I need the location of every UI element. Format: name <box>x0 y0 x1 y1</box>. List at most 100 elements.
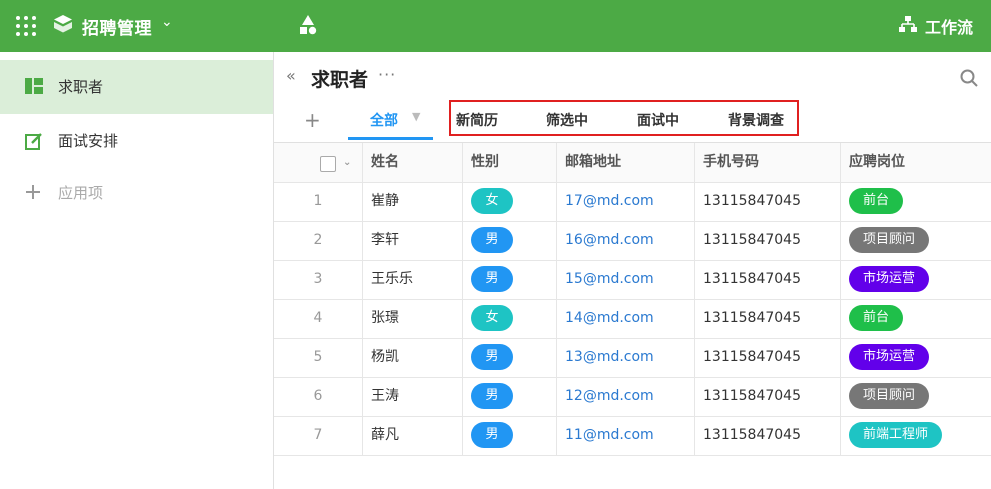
position-cell[interactable]: 项目顾问 <box>841 377 991 416</box>
position-cell[interactable]: 前台 <box>841 299 991 338</box>
email-link[interactable]: 14@md.com <box>557 299 695 338</box>
position-tag: 前端工程师 <box>849 422 943 448</box>
gender-cell[interactable]: 男 <box>463 416 557 455</box>
chevron-down-icon[interactable]: ⌄ <box>343 143 351 182</box>
row-number: 2 <box>274 221 363 260</box>
gender-tag: 男 <box>471 227 513 253</box>
table-row[interactable]: 6 王涛男 12@md.com 13115847045 项目顾问 <box>274 377 991 417</box>
gender-tag: 男 <box>471 383 513 409</box>
row-number: 4 <box>274 299 363 338</box>
email-link[interactable]: 11@md.com <box>557 416 695 455</box>
edit-note-icon <box>25 132 43 154</box>
shapes-icon[interactable] <box>298 14 318 40</box>
gender-cell[interactable]: 男 <box>463 260 557 299</box>
app-title[interactable]: 招聘管理 <box>82 14 152 39</box>
row-number: 7 <box>274 416 363 455</box>
name-cell[interactable]: 张璟 <box>363 299 463 338</box>
gender-tag: 男 <box>471 344 513 370</box>
phone-cell[interactable]: 13115847045 <box>695 221 841 260</box>
name-cell[interactable]: 李轩 <box>363 221 463 260</box>
name-cell[interactable]: 薛凡 <box>363 416 463 455</box>
phone-cell[interactable]: 13115847045 <box>695 260 841 299</box>
applicant-table: ⌄ 姓名 性别 邮箱地址 手机号码 应聘岗位 1 崔静女 17@md.com 1311… <box>274 142 991 456</box>
phone-cell[interactable]: 13115847045 <box>695 338 841 377</box>
position-cell[interactable]: 前端工程师 <box>841 416 991 455</box>
tab-new-resume[interactable]: 新简历 <box>456 110 498 130</box>
sidebar-item-label: 应用项 <box>58 184 104 202</box>
gender-tag: 女 <box>471 188 513 214</box>
gender-cell[interactable]: 男 <box>463 377 557 416</box>
row-number: 6 <box>274 377 363 416</box>
page-title: 求职者 <box>311 69 369 91</box>
table-row[interactable]: 5 杨凯男 13@md.com 13115847045 市场运营 <box>274 338 991 378</box>
column-header-phone[interactable]: 手机号码 <box>695 143 841 182</box>
name-cell[interactable]: 崔静 <box>363 182 463 221</box>
table-row[interactable]: 1 崔静女 17@md.com 13115847045 前台 <box>274 182 991 222</box>
email-link[interactable]: 13@md.com <box>557 338 695 377</box>
table-row[interactable]: 3 王乐乐男 15@md.com 13115847045 市场运营 <box>274 260 991 300</box>
column-header-email[interactable]: 邮箱地址 <box>557 143 695 182</box>
main-panel: « 求职者 ··· + 全部 ▼ 新简历 筛选中 面试中 背景调查 ⌄ 姓名 性… <box>274 52 991 489</box>
email-link[interactable]: 12@md.com <box>557 377 695 416</box>
more-options-icon[interactable]: ··· <box>378 65 396 84</box>
row-number: 3 <box>274 260 363 299</box>
email-link[interactable]: 17@md.com <box>557 182 695 221</box>
row-number: 1 <box>274 182 363 221</box>
sidebar-item-label: 面试安排 <box>58 132 119 150</box>
workflow-button[interactable]: 工作流 <box>925 14 973 38</box>
table-row[interactable]: 2 李轩男 16@md.com 13115847045 项目顾问 <box>274 221 991 261</box>
gender-cell[interactable]: 男 <box>463 338 557 377</box>
gender-cell[interactable]: 女 <box>463 299 557 338</box>
position-tag: 市场运营 <box>849 266 930 292</box>
table-header: ⌄ 姓名 性别 邮箱地址 手机号码 应聘岗位 <box>274 143 991 183</box>
collapse-sidebar-icon[interactable]: « <box>286 66 296 85</box>
search-icon[interactable] <box>960 69 978 91</box>
table-row[interactable]: 7 薛凡男 11@md.com 13115847045 前端工程师 <box>274 416 991 456</box>
select-all-cell: ⌄ <box>274 143 363 182</box>
apps-grid-icon[interactable] <box>16 16 36 36</box>
email-link[interactable]: 15@md.com <box>557 260 695 299</box>
position-cell[interactable]: 前台 <box>841 182 991 221</box>
plus-icon <box>25 184 41 204</box>
app-logo-icon <box>52 13 74 39</box>
tab-interviewing[interactable]: 面试中 <box>637 110 679 130</box>
table-view-icon <box>25 78 43 98</box>
gender-tag: 男 <box>471 266 513 292</box>
chevron-down-icon[interactable]: ⌄ <box>161 14 173 30</box>
position-cell[interactable]: 市场运营 <box>841 260 991 299</box>
gender-cell[interactable]: 男 <box>463 221 557 260</box>
email-link[interactable]: 16@md.com <box>557 221 695 260</box>
position-tag: 前台 <box>849 305 904 331</box>
position-cell[interactable]: 项目顾问 <box>841 221 991 260</box>
caret-down-icon[interactable]: ▼ <box>412 110 420 123</box>
column-header-position[interactable]: 应聘岗位 <box>841 143 991 182</box>
position-cell[interactable]: 市场运营 <box>841 338 991 377</box>
tab-all[interactable]: 全部 <box>370 110 398 130</box>
name-cell[interactable]: 杨凯 <box>363 338 463 377</box>
column-header-gender[interactable]: 性别 <box>463 143 557 182</box>
gender-cell[interactable]: 女 <box>463 182 557 221</box>
gender-tag: 女 <box>471 305 513 331</box>
position-tag: 市场运营 <box>849 344 930 370</box>
tab-background-check[interactable]: 背景调查 <box>728 110 784 130</box>
phone-cell[interactable]: 13115847045 <box>695 377 841 416</box>
phone-cell[interactable]: 13115847045 <box>695 299 841 338</box>
sidebar-item-interviews[interactable]: 面试安排 <box>0 114 273 168</box>
top-bar: 招聘管理 ⌄ 工作流 <box>0 0 991 52</box>
sidebar-item-add-app[interactable]: 应用项 <box>0 166 273 220</box>
tab-screening[interactable]: 筛选中 <box>546 110 588 130</box>
sidebar: 求职者 面试安排 应用项 <box>0 52 274 489</box>
name-cell[interactable]: 王乐乐 <box>363 260 463 299</box>
sidebar-item-applicants[interactable]: 求职者 <box>0 60 273 114</box>
name-cell[interactable]: 王涛 <box>363 377 463 416</box>
column-header-name[interactable]: 姓名 <box>363 143 463 182</box>
phone-cell[interactable]: 13115847045 <box>695 182 841 221</box>
table-row[interactable]: 4 张璟女 14@md.com 13115847045 前台 <box>274 299 991 339</box>
sidebar-item-label: 求职者 <box>58 78 104 96</box>
workflow-icon[interactable] <box>899 16 917 37</box>
position-tag: 前台 <box>849 188 904 214</box>
phone-cell[interactable]: 13115847045 <box>695 416 841 455</box>
select-all-checkbox[interactable] <box>320 156 336 172</box>
add-view-icon[interactable]: + <box>304 108 321 132</box>
position-tag: 项目顾问 <box>849 227 930 253</box>
